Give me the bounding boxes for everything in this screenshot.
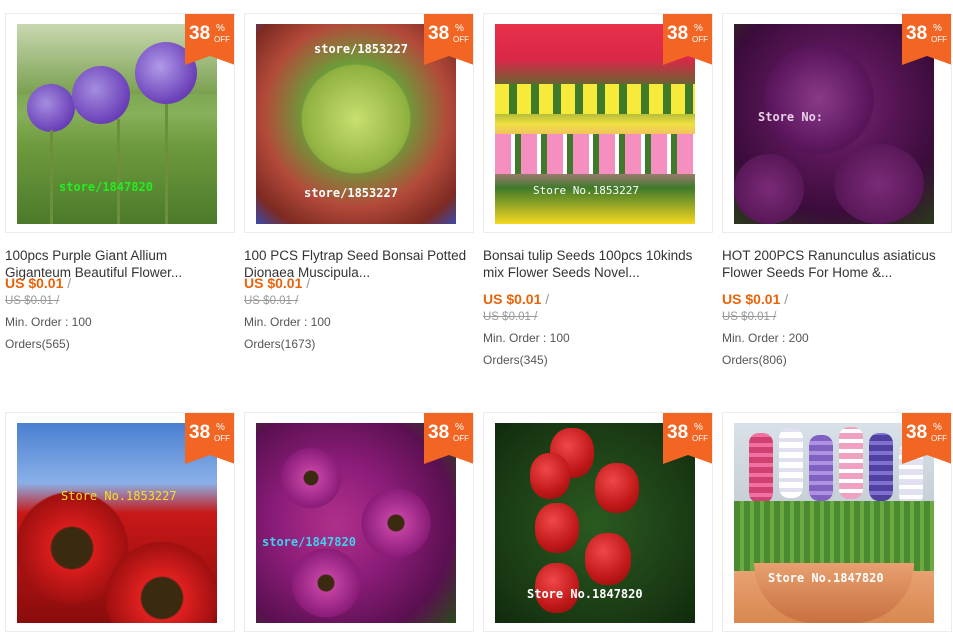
product-card[interactable]: store/1847820 38 % OFF <box>244 412 474 633</box>
product-title[interactable]: Bonsai tulip Seeds 100pcs 10kinds mix Fl… <box>483 248 713 281</box>
image-watermark: store/1847820 <box>262 535 356 549</box>
min-order: Min. Order : 100 <box>5 315 92 329</box>
discount-badge: 38 % OFF <box>424 413 473 464</box>
orders-count[interactable]: Orders(345) <box>483 353 548 367</box>
product-card[interactable]: store/1847820 38 % OFF 100pcs Purple Gia… <box>5 13 235 363</box>
image-watermark: Store No: <box>758 110 824 124</box>
discount-badge: 38 % OFF <box>185 413 234 464</box>
product-image-link[interactable]: Store No.1853227 38 % OFF <box>5 412 235 632</box>
discount-badge: 38 % OFF <box>902 14 951 65</box>
product-image-link[interactable]: Store No.1853227 38 % OFF <box>483 13 713 233</box>
min-order: Min. Order : 100 <box>483 331 570 345</box>
discount-badge: 38 % OFF <box>902 413 951 464</box>
product-image-link[interactable]: Store No.1847820 38 % OFF <box>483 412 713 632</box>
product-card[interactable]: Store No: 38 % OFF HOT 200PCS Ranunculus… <box>722 13 952 383</box>
product-price: US $0.01 / <box>483 291 550 307</box>
image-watermark: store/1853227 <box>314 42 408 56</box>
image-watermark: Store No.1853227 <box>533 184 639 197</box>
product-card[interactable]: Store No.1853227 38 % OFF Bonsai tulip S… <box>483 13 713 383</box>
image-watermark: Store No.1853227 <box>61 489 177 503</box>
orders-count[interactable]: Orders(565) <box>5 337 70 351</box>
discount-badge: 38 % OFF <box>663 14 712 65</box>
product-image-link[interactable]: Store No: 38 % OFF <box>722 13 952 233</box>
min-order: Min. Order : 200 <box>722 331 809 345</box>
original-price: US $0.01 / <box>5 295 60 307</box>
product-title[interactable]: HOT 200PCS Ranunculus asiaticus Flower S… <box>722 248 952 281</box>
product-card[interactable]: Store No.1847820 38 % OFF <box>483 412 713 633</box>
product-card[interactable]: Store No.1847820 38 % OFF <box>722 412 952 633</box>
image-watermark: Store No.1847820 <box>768 571 884 585</box>
product-image-link[interactable]: store/1847820 38 % OFF <box>244 412 474 632</box>
image-watermark: Store No.1847820 <box>527 587 643 601</box>
min-order: Min. Order : 100 <box>244 315 331 329</box>
original-price: US $0.01 / <box>483 311 538 323</box>
product-image-link[interactable]: Store No.1847820 38 % OFF <box>722 412 952 632</box>
product-price: US $0.01 / <box>722 291 789 307</box>
discount-badge: 38 % OFF <box>663 413 712 464</box>
product-grid: store/1847820 38 % OFF 100pcs Purple Gia… <box>0 0 953 633</box>
product-price: US $0.01 / <box>5 275 72 291</box>
product-price: US $0.01 / <box>244 275 311 291</box>
product-card[interactable]: Store No.1853227 38 % OFF <box>5 412 235 633</box>
image-watermark: store/1847820 <box>59 180 153 194</box>
orders-count[interactable]: Orders(1673) <box>244 337 315 351</box>
original-price: US $0.01 / <box>722 311 777 323</box>
discount-badge: 38 % OFF <box>185 14 234 65</box>
product-image-link[interactable]: store/1853227 store/1853227 38 % OFF <box>244 13 474 233</box>
discount-badge: 38 % OFF <box>424 14 473 65</box>
product-image-link[interactable]: store/1847820 38 % OFF <box>5 13 235 233</box>
image-watermark: store/1853227 <box>304 186 398 200</box>
original-price: US $0.01 / <box>244 295 299 307</box>
orders-count[interactable]: Orders(806) <box>722 353 787 367</box>
product-card[interactable]: store/1853227 store/1853227 38 % OFF 100… <box>244 13 474 363</box>
